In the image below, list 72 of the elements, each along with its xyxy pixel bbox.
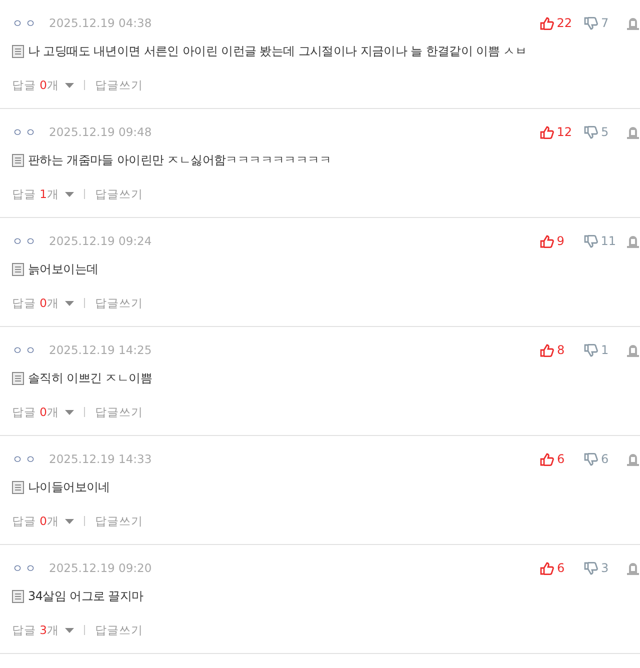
- author-name: ㅇㅇ: [12, 234, 39, 248]
- thumbs-down-icon: [584, 452, 598, 466]
- caret-icon[interactable]: [64, 410, 74, 414]
- comment-date: 2025.12.19 09:20: [49, 561, 152, 575]
- comment-date: 2025.12.19 09:24: [49, 234, 152, 248]
- like-button[interactable]: 6: [540, 561, 572, 575]
- write-reply-link[interactable]: 답글쓰기: [94, 622, 143, 638]
- siren-icon[interactable]: [626, 125, 640, 139]
- siren-icon[interactable]: [626, 234, 640, 248]
- siren-icon[interactable]: [626, 452, 640, 466]
- memo-icon: [12, 590, 24, 602]
- reply-count-link[interactable]: 답글 0개: [12, 78, 59, 92]
- caret-icon[interactable]: [64, 628, 74, 632]
- write-reply-link[interactable]: 답글쓰기: [94, 404, 143, 420]
- write-reply-link[interactable]: 답글쓰기: [94, 78, 143, 92]
- siren-icon[interactable]: [626, 561, 640, 575]
- comment-date: 2025.12.19 04:38: [49, 16, 152, 30]
- caret-icon[interactable]: [64, 300, 74, 306]
- dislike-button[interactable]: 1: [584, 343, 616, 357]
- dislike-button[interactable]: 5: [584, 125, 616, 139]
- write-reply-link[interactable]: 답글쓰기: [94, 514, 143, 528]
- author-name: ㅇㅇ: [12, 16, 39, 30]
- comment-date: 2025.12.19 14:25: [49, 343, 152, 357]
- like-button[interactable]: 12: [540, 125, 572, 139]
- write-reply-link[interactable]: 답글쓰기: [94, 186, 143, 202]
- reply-count-link[interactable]: 답글 0개: [12, 404, 59, 420]
- caret-icon[interactable]: [64, 82, 74, 88]
- dislike-button[interactable]: 3: [584, 561, 616, 575]
- memo-icon: [12, 372, 24, 384]
- thumbs-down-icon: [584, 562, 598, 574]
- thumbs-up-icon: [540, 344, 554, 356]
- caret-icon[interactable]: [64, 192, 74, 196]
- like-button[interactable]: 6: [540, 452, 572, 466]
- comment-date: 2025.12.19 09:48: [49, 125, 152, 139]
- memo-icon: [12, 154, 24, 166]
- comment-text: 솔직히 이쁘긴 ㅈㄴ이쁨: [28, 370, 152, 386]
- dislike-button[interactable]: 7: [584, 16, 616, 30]
- comment-text: 판하는 개줌마들 아이린만 ㅈㄴ싫어함ㅋㅋㅋㅋㅋㅋㅋㅋㅋ: [28, 152, 332, 168]
- author-name: ㅇㅇ: [12, 452, 39, 466]
- write-reply-link[interactable]: 답글쓰기: [94, 296, 143, 310]
- like-button[interactable]: 9: [540, 234, 572, 248]
- like-button[interactable]: 8: [540, 343, 572, 357]
- comment-text: 나 고딩때도 내년이면 서른인 아이린 이런글 봤는데 그시절이나 지금이나 늘 한결같이 이쁨 ㅅㅂ: [28, 42, 526, 60]
- memo-icon: [12, 44, 24, 58]
- siren-icon[interactable]: [626, 343, 640, 357]
- dislike-button[interactable]: 11: [584, 234, 616, 248]
- thumbs-down-icon: [584, 234, 598, 248]
- siren-icon[interactable]: [626, 16, 640, 30]
- comment-text: 늙어보이는데: [28, 260, 98, 278]
- thumbs-down-icon: [584, 16, 598, 30]
- memo-icon: [12, 262, 24, 276]
- reply-count-link[interactable]: 답글 3개: [12, 622, 59, 638]
- thumbs-down-icon: [584, 344, 598, 356]
- thumbs-down-icon: [584, 126, 598, 138]
- author-name: ㅇㅇ: [12, 124, 39, 140]
- reply-count-link[interactable]: 답글 0개: [12, 514, 59, 528]
- thumbs-up-icon: [540, 452, 554, 466]
- author-name: ㅇㅇ: [12, 342, 39, 358]
- reply-count-link[interactable]: 답글 1개: [12, 186, 59, 202]
- author-name: ㅇㅇ: [12, 560, 39, 576]
- comment-text: 나이들어보이네: [28, 478, 110, 496]
- thumbs-up-icon: [540, 126, 554, 138]
- reply-count-link[interactable]: 답글 0개: [12, 296, 59, 310]
- comment-date: 2025.12.19 14:33: [49, 452, 152, 466]
- thumbs-up-icon: [540, 562, 554, 574]
- dislike-button[interactable]: 6: [584, 452, 616, 466]
- caret-icon[interactable]: [64, 518, 74, 524]
- thumbs-up-icon: [540, 16, 554, 30]
- comment-text: 34살임 어그로 끌지마: [28, 588, 144, 604]
- memo-icon: [12, 480, 24, 494]
- thumbs-up-icon: [540, 234, 554, 248]
- like-button[interactable]: 22: [540, 16, 572, 30]
